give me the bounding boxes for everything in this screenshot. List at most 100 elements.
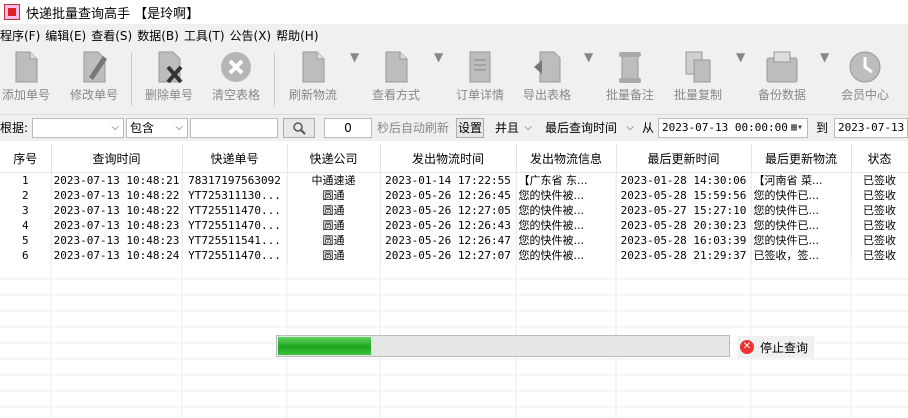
menu-bar: 程序(F) 编辑(E) 查看(S) 数据(B) 工具(T) 公告(X) 帮助(H… [0,24,908,46]
from-date-picker[interactable]: 2023-07-13 00:00:00 ▦▾ [658,118,808,138]
menu-view[interactable]: 查看(S) [91,27,137,44]
table-cell: YT725511470... [182,218,288,233]
delete-number-label: 删除单号 [144,88,193,102]
to-date-picker[interactable]: 2023-07-13 2 [834,118,908,138]
menu-help[interactable]: 帮助(H) [276,27,323,44]
copy-dropdown-icon[interactable]: ▼ [736,50,745,64]
table-cell: 圆通 [287,218,381,233]
table-cell: 已签收 [851,172,908,188]
table-cell: YT725511541... [182,233,288,248]
delete-number-button[interactable]: 删除单号 [143,50,195,103]
menu-edit[interactable]: 编辑(E) [45,27,91,44]
menu-program[interactable]: 程序(F) [0,27,45,44]
table-cell: 6 [0,248,52,263]
to-date-value: 2023-07-13 2 [838,121,907,134]
export-dropdown-icon[interactable]: ▼ [584,50,593,64]
settings-button[interactable]: 设置 [456,118,484,138]
backup-data-button[interactable]: 备份数据 [756,50,808,103]
refresh-logistics-button[interactable]: 刷新物流 [287,50,339,103]
stop-query-button[interactable]: ✕ 停止查询 [738,336,815,358]
stop-query-label: 停止查询 [760,340,809,355]
table-cell: 2023-05-26 12:26:43 [380,218,517,233]
column-header-ship-info[interactable]: 发出物流信息 [516,144,617,173]
table-cell: 5 [0,233,52,248]
table-row[interactable]: 1 2023-07-13 10:48:21 78317197563092 中通速递 20… [0,172,908,188]
toolbar-divider [131,52,132,106]
clear-circle-icon [221,52,251,82]
to-label: 到 [816,121,829,135]
column-header-courier[interactable]: 快递公司 [287,144,381,173]
refresh-dropdown-icon[interactable]: ▼ [350,50,359,64]
search-button[interactable] [283,118,315,138]
filter-keyword-input[interactable] [190,118,278,138]
refresh-logistics-label: 刷新物流 [288,88,337,102]
clear-table-button[interactable]: 清空表格 [210,50,262,103]
logic-select[interactable]: 并且 ⌵ [491,118,537,138]
from-date-value: 2023-07-13 00:00:00 [662,121,788,134]
table-row[interactable]: 6 2023-07-13 10:48:24 YT725511470... 圆通 2023… [0,248,908,263]
query-progress-bar [276,335,730,357]
results-grid: 序号 查询时间 快递单号 快递公司 发出物流时间 发出物流信息 最后更新时间 最… [0,144,908,418]
table-cell: 1 [0,172,52,188]
auto-refresh-label: 秒后自动刷新 [377,121,450,135]
column-header-index[interactable]: 序号 [0,144,52,173]
backup-data-label: 备份数据 [757,88,806,102]
column-header-query-time[interactable]: 查询时间 [51,144,183,173]
add-number-button[interactable]: 添加单号 [0,50,52,103]
table-row[interactable]: 3 2023-07-13 10:48:22 YT725511470... 圆通 2023… [0,203,908,218]
toolbar-divider [274,52,275,106]
column-header-last-update-info[interactable]: 最后更新物流 [751,144,852,173]
table-row[interactable]: 5 2023-07-13 10:48:23 YT725511541... 圆通 2023… [0,233,908,248]
filter-bar: 根据: ⌵ 包含 ⌵ 0 秒后自动刷新 设置 并且 ⌵ 最后查询时间 ⌵ 从 2… [0,115,908,141]
table-cell: 2023-05-28 16:03:39 [616,233,752,248]
export-table-button[interactable]: 导出表格 [521,50,573,103]
table-row[interactable]: 4 2023-07-13 10:48:23 YT725511470... 圆通 2023… [0,218,908,233]
table-cell: 2023-07-13 10:48:22 [51,203,183,218]
table-cell: 2023-05-27 15:27:10 [616,203,752,218]
batch-copy-button[interactable]: 批量复制 [672,50,724,103]
table-cell: 已签收 [851,218,908,233]
window-title: 快递批量查询高手 【是玲啊】 [26,6,200,22]
table-cell: 2023-07-13 10:48:22 [51,188,183,203]
document-add-icon [15,51,38,83]
table-cell: 2023-05-28 21:29:37 [616,248,752,263]
chevron-down-icon: ⌵ [626,122,634,133]
batch-remark-button[interactable]: 批量备注 [604,50,656,103]
add-number-label: 添加单号 [1,88,50,102]
edit-number-button[interactable]: 修改单号 [68,50,120,103]
column-header-status[interactable]: 状态 [851,144,908,173]
column-header-tracking-number[interactable]: 快递单号 [182,144,288,173]
backup-dropdown-icon[interactable]: ▼ [820,50,829,64]
column-header-last-update-time[interactable]: 最后更新时间 [616,144,752,173]
refresh-seconds-input[interactable]: 0 [324,118,372,138]
filter-operator-select[interactable]: 包含 ⌵ [126,118,188,138]
table-cell: 2023-07-13 10:48:24 [51,248,183,263]
table-cell: 您的快件被... [516,203,617,218]
view-mode-dropdown-icon[interactable]: ▼ [434,50,443,64]
table-cell: 已签收 [851,233,908,248]
view-mode-button[interactable]: 查看方式 [370,50,422,103]
menu-tools[interactable]: 工具(T) [184,27,230,44]
refresh-seconds-value: 0 [344,121,352,135]
order-detail-button[interactable]: 订单详情 [454,50,506,103]
table-cell: 4 [0,218,52,233]
date-field-select[interactable]: 最后查询时间 ⌵ [541,118,639,138]
table-cell: 2023-01-14 17:22:55 [380,172,517,188]
stop-icon: ✕ [740,340,754,354]
batch-remark-label: 批量备注 [605,88,654,102]
chevron-down-icon: ⌵ [111,122,119,133]
menu-notice[interactable]: 公告(X) [230,27,277,44]
table-row[interactable]: 2 2023-07-13 10:48:22 YT725311130... 圆通 2023… [0,188,908,203]
menu-data[interactable]: 数据(B) [137,27,184,44]
filter-field-select[interactable]: ⌵ [32,118,124,138]
table-cell: 您的快件已... [751,218,852,233]
member-center-button[interactable]: 会员中心 [838,50,892,103]
column-header-ship-time[interactable]: 发出物流时间 [380,144,517,173]
table-cell: YT725511470... [182,203,288,218]
backup-icon [766,51,798,83]
table-cell: 已签收，签... [751,248,852,263]
calendar-icon[interactable]: ▦▾ [791,119,803,137]
document-view-icon [385,51,408,83]
document-detail-icon [469,51,491,83]
clear-table-label: 清空表格 [211,88,260,102]
